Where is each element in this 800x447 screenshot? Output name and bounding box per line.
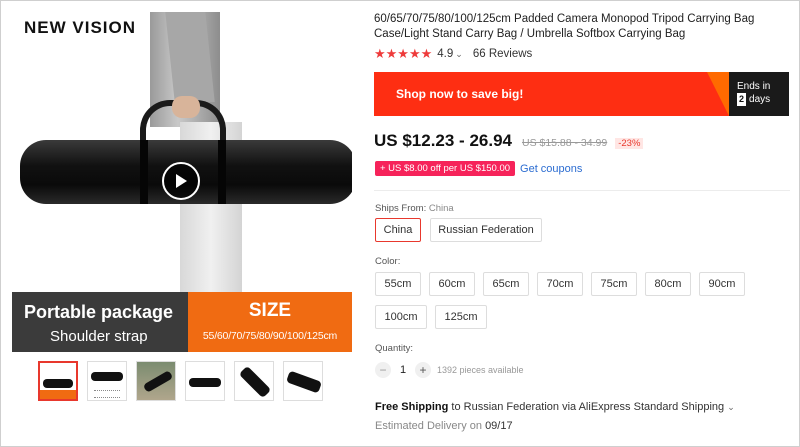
color-option-100cm[interactable]: 100cm (375, 305, 427, 329)
color-option-75cm[interactable]: 75cm (591, 272, 637, 296)
main-product-image[interactable]: NEW VISION Portable package Shoulder str… (12, 12, 352, 352)
thumbnail-strip (38, 361, 323, 403)
thumb-bag (238, 365, 272, 399)
coupon-badge[interactable]: + US $8.00 off per US $150.00 (375, 161, 516, 176)
ships-from-value: China (428, 203, 454, 214)
banner-right-title: SIZE (248, 300, 292, 321)
quantity-plus-button[interactable]: + (415, 362, 431, 378)
estimated-delivery: Estimated Delivery on 09/17 (375, 420, 513, 432)
rating-score: 4.9 (437, 48, 454, 60)
countdown-box: Ends in 2 days (729, 72, 789, 116)
thumb-banner (40, 390, 76, 399)
price-row: US $12.23 - 26.94 US $15.88 - 34.99 -23% (374, 131, 644, 151)
bag-strap-left (140, 140, 148, 204)
color-option-60cm[interactable]: 60cm (429, 272, 475, 296)
ships-from-option-china[interactable]: China (375, 218, 421, 242)
shipping-info[interactable]: Free Shipping to Russian Federation via … (375, 401, 735, 413)
pieces-available: 1392 pieces available (437, 365, 524, 375)
feature-banner-right: SIZE 55/60/70/75/80/90/100/125cm (188, 292, 352, 352)
chevron-down-icon: ⌄ (727, 402, 735, 412)
thumbnail-2[interactable] (87, 361, 127, 401)
countdown-value: 2 days (737, 93, 789, 106)
days-unit: days (749, 94, 771, 105)
promo-banner[interactable]: Shop now to save big! Ends in 2 days (374, 72, 789, 116)
color-label: Color: (375, 256, 401, 267)
ships-from-title: Ships From: (375, 203, 427, 214)
color-option-80cm[interactable]: 80cm (645, 272, 691, 296)
get-coupons-link[interactable]: Get coupons (520, 163, 582, 175)
quantity-stepper: − 1 + 1392 pieces available (375, 362, 524, 378)
play-video-button[interactable] (162, 162, 200, 200)
thumb-bag (285, 370, 322, 394)
banner-right-subtitle: 55/60/70/75/80/90/100/125cm (202, 330, 338, 342)
thumbnail-5[interactable] (234, 361, 274, 401)
current-price: US $12.23 - 26.94 (374, 131, 512, 150)
quantity-label: Quantity: (375, 343, 414, 354)
thumb-bag (189, 378, 221, 387)
star-rating-icon: ★★★★★ (374, 46, 433, 61)
reviews-link[interactable]: 66 Reviews (473, 48, 532, 60)
original-price: US $15.88 - 34.99 (521, 137, 608, 149)
thumb-dimensions (94, 390, 120, 398)
rating-row: ★★★★★ 4.9 ⌄ 66 Reviews (374, 46, 532, 62)
thumbnail-6[interactable] (283, 361, 323, 401)
thumb-bag (91, 372, 123, 381)
bag-strap-right (218, 140, 226, 204)
days-number: 2 (737, 93, 747, 106)
color-option-90cm[interactable]: 90cm (699, 272, 745, 296)
color-option-55cm[interactable]: 55cm (375, 272, 421, 296)
promo-decoration (707, 72, 729, 116)
delivery-date: 09/17 (485, 420, 513, 432)
banner-left-title: Portable package (24, 302, 174, 322)
play-icon (176, 174, 187, 188)
thumbnail-1[interactable] (38, 361, 78, 401)
coupon-row: + US $8.00 off per US $150.00 Get coupon… (375, 161, 582, 176)
quantity-input[interactable]: 1 (391, 364, 415, 376)
banner-left-subtitle: Shoulder strap (50, 328, 148, 345)
brand-logo: NEW VISION (24, 18, 137, 37)
color-option-125cm[interactable]: 125cm (435, 305, 487, 329)
chevron-down-icon[interactable]: ⌄ (455, 49, 463, 60)
free-shipping-label: Free Shipping (375, 401, 449, 413)
product-title: 60/65/70/75/80/100/125cm Padded Camera M… (374, 13, 755, 40)
color-option-65cm[interactable]: 65cm (483, 272, 529, 296)
ships-from-label: Ships From: China (375, 203, 454, 214)
feature-banner-left: Portable package Shoulder strap (12, 292, 188, 352)
thumb-bag (43, 379, 73, 388)
quantity-minus-button[interactable]: − (375, 362, 391, 378)
divider (374, 190, 790, 191)
thumbnail-4[interactable] (185, 361, 225, 401)
color-option-70cm[interactable]: 70cm (537, 272, 583, 296)
model-hand (172, 96, 200, 118)
ships-from-option-russia[interactable]: Russian Federation (430, 218, 542, 242)
countdown-label: Ends in (737, 81, 771, 92)
thumbnail-3[interactable] (136, 361, 176, 401)
discount-badge: -23% (615, 138, 644, 149)
delivery-label: Estimated Delivery on (375, 420, 482, 432)
promo-label: Shop now to save big! (396, 87, 524, 101)
shipping-detail: to Russian Federation via AliExpress Sta… (451, 401, 725, 413)
